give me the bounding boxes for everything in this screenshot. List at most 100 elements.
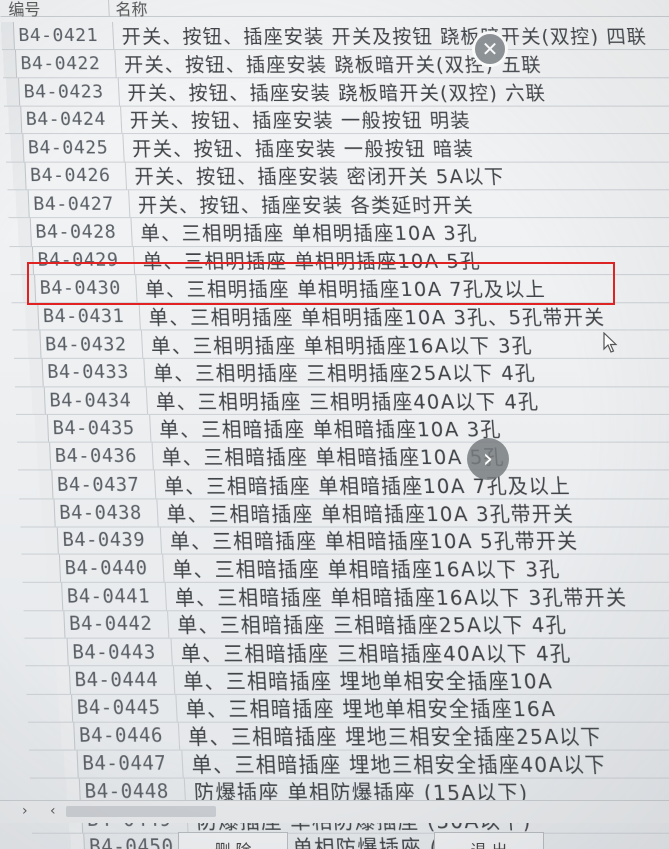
row-selector[interactable]: [39, 471, 54, 498]
row-selector[interactable]: [51, 611, 66, 638]
table-row[interactable]: B4-0423 开关、按钮、插座安装 跷板暗开关(双控) 六联: [3, 78, 669, 106]
cell-code: B4-0425: [23, 134, 124, 161]
row-selector[interactable]: [20, 247, 34, 274]
row-selector[interactable]: [22, 275, 36, 302]
cell-code: B4-0445: [72, 695, 178, 722]
cell-name: 单、三相明插座 单相明插座10A 7孔及以上: [136, 274, 546, 302]
row-selector[interactable]: [10, 134, 24, 161]
cell-name: 单、三相明插座 三相明插座25A以下 4孔: [144, 358, 536, 387]
row-selector[interactable]: [46, 555, 61, 582]
row-selector[interactable]: [18, 219, 32, 246]
table-row[interactable]: B4-0432 单、三相明插座 单相明插座16A以下 3孔: [13, 331, 669, 359]
table-row[interactable]: B4-0428 单、三相明插座 单相明插座10A 3孔: [8, 219, 669, 247]
cell-code: B4-0431: [38, 303, 141, 330]
table-row[interactable]: B4-0429 单、三相明插座 单相明插座10A 5孔: [9, 247, 669, 275]
table-row[interactable]: B4-0435 单、三相暗插座 单相暗插座10A 3孔: [16, 415, 669, 443]
row-selector[interactable]: [70, 834, 85, 849]
next-arrow-icon[interactable]: ›: [467, 438, 509, 480]
row-selector[interactable]: [3, 50, 17, 77]
cell-name: 单、三相明插座 单相明插座10A 5孔: [134, 246, 482, 274]
cell-code: B4-0444: [70, 667, 175, 694]
row-selector[interactable]: [12, 162, 26, 189]
table-row[interactable]: B4-0433 单、三相明插座 三相明插座25A以下 4孔: [14, 359, 669, 387]
table-row[interactable]: B4-0430 单、三相明插座 单相明插座10A 7孔及以上: [11, 275, 669, 303]
delete-button[interactable]: 删 除: [178, 832, 288, 849]
table-row[interactable]: B4-0421 开关、按钮、插座安装 开关及按钮 跷板暗开关(双控) 四联: [1, 22, 669, 50]
cell-code: B4-0423: [19, 78, 120, 105]
table-row[interactable]: B4-0442 单、三相暗插座 三相暗插座25A以下 4孔: [24, 611, 669, 639]
row-selector[interactable]: [41, 499, 56, 526]
cell-name: 单、三相暗插座 埋地三相安全插座25A以下: [179, 721, 603, 751]
cell-name: 开关、按钮、插座安装 一般按钮 明装: [121, 106, 472, 133]
cell-code: B4-0446: [74, 723, 180, 750]
table-row[interactable]: B4-0441 单、三相暗插座 单相暗插座16A以下 3孔带开关: [22, 583, 669, 611]
table-row[interactable]: B4-0437 单、三相暗插座 单相暗插座10A 7孔及以上: [18, 471, 669, 499]
table-row[interactable]: B4-0436 单、三相暗插座 单相暗插座10A 5孔: [17, 443, 669, 471]
row-selector[interactable]: [54, 639, 69, 666]
row-selector[interactable]: [1, 22, 15, 49]
grid-header: 编号 名称: [0, 0, 669, 17]
scroll-left-alt-icon[interactable]: ‹: [50, 803, 56, 819]
mouse-cursor-icon: [603, 332, 619, 354]
cell-code: B4-0442: [64, 611, 169, 638]
table-row[interactable]: B4-0438 单、三相暗插座 单相暗插座10A 3孔带开关: [19, 499, 669, 527]
cell-code: B4-0438: [55, 499, 159, 526]
table-row[interactable]: B4-0450 防爆插座 单相防爆插座 (60A以下): [32, 834, 669, 849]
table-row[interactable]: B4-0426 开关、按钮、插座安装 密闭开关 5A以下: [6, 162, 669, 190]
cell-name: 单、三相暗插座 单相暗插座10A 3孔带开关: [157, 498, 575, 527]
row-selector[interactable]: [6, 78, 20, 105]
row-selector[interactable]: [64, 750, 79, 777]
row-selector[interactable]: [27, 331, 41, 358]
row-selector[interactable]: [8, 106, 22, 133]
cell-code: B4-0421: [14, 22, 114, 49]
table-row[interactable]: B4-0427 开关、按钮、插座安装 各类延时开关: [7, 190, 669, 218]
row-selector[interactable]: [56, 667, 71, 694]
cell-code: B4-0450: [84, 834, 191, 849]
row-selector[interactable]: [35, 415, 50, 442]
cell-name: 单、三相暗插座 埋地三相安全插座40A以下: [182, 749, 607, 779]
row-selector[interactable]: [61, 723, 76, 750]
scroll-left-icon[interactable]: ›: [22, 803, 28, 819]
row-selector[interactable]: [49, 583, 64, 610]
cell-code: B4-0430: [35, 275, 137, 302]
table-row[interactable]: B4-0424 开关、按钮、插座安装 一般按钮 明装: [4, 106, 669, 134]
table-row[interactable]: B4-0444 单、三相暗插座 埋地单相安全插座10A: [26, 667, 669, 695]
table-row[interactable]: B4-0425 开关、按钮、插座安装 一般按钮 暗装: [5, 134, 669, 162]
table-row[interactable]: B4-0447 单、三相暗插座 埋地三相安全插座40A以下: [29, 750, 669, 778]
horizontal-scrollbar[interactable]: › ‹: [0, 800, 669, 823]
table-row[interactable]: B4-0434 单、三相明插座 三相明插座40A以下 4孔: [15, 387, 669, 415]
cell-name: 单、三相暗插座 埋地单相安全插座10A: [174, 665, 554, 695]
exit-button[interactable]: 退 出: [434, 832, 544, 849]
table-row[interactable]: B4-0443 单、三相暗插座 三相暗插座40A以下 4孔: [25, 639, 669, 667]
table-row[interactable]: B4-0439 单、三相暗插座 单相暗插座10A 5孔带开关: [20, 527, 669, 555]
column-header-name[interactable]: 名称: [109, 0, 669, 16]
scrollbar-thumb[interactable]: [66, 806, 216, 817]
cell-name: 开关、按钮、插座安装 开关及按钮 跷板暗开关(双控) 四联: [113, 22, 648, 49]
table-row[interactable]: B4-0440 单、三相暗插座 单相暗插座16A以下 3孔: [21, 555, 669, 583]
row-selector[interactable]: [44, 527, 59, 554]
column-header-code[interactable]: 编号: [0, 0, 110, 16]
cell-name: 单、三相暗插座 单相暗插座10A 5孔: [153, 442, 506, 471]
cell-name: 单、三相明插座 单相明插座10A 3孔: [131, 218, 478, 246]
row-selector[interactable]: [58, 695, 73, 722]
cell-name: 单、三相明插座 三相明插座40A以下 4孔: [147, 386, 540, 415]
cell-code: B4-0429: [33, 247, 135, 274]
cell-code: B4-0435: [48, 415, 152, 442]
table-row[interactable]: B4-0431 单、三相明插座 单相明插座10A 3孔、5孔带开关: [12, 303, 669, 331]
grid-body: B4-0421 开关、按钮、插座安装 开关及按钮 跷板暗开关(双控) 四联 B4-0…: [1, 22, 669, 849]
row-selector[interactable]: [29, 359, 43, 386]
table-row[interactable]: B4-0422 开关、按钮、插座安装 跷板暗开关(双控) 五联: [2, 50, 669, 78]
cell-name: 单、三相暗插座 单相暗插座10A 7孔及以上: [155, 470, 572, 499]
cell-code: B4-0434: [45, 387, 148, 414]
cell-code: B4-0443: [68, 639, 173, 666]
row-selector[interactable]: [25, 303, 39, 330]
table-row[interactable]: B4-0445 单、三相暗插座 埋地单相安全插座16A: [27, 695, 669, 723]
row-selector[interactable]: [15, 190, 29, 217]
table-row[interactable]: B4-0446 单、三相暗插座 埋地三相安全插座25A以下: [28, 723, 669, 751]
row-selector[interactable]: [31, 387, 45, 414]
close-icon[interactable]: ✕: [472, 31, 508, 67]
cell-code: B4-0427: [29, 190, 131, 217]
row-selector[interactable]: [37, 443, 52, 470]
cell-code: B4-0440: [60, 555, 165, 582]
cell-name: 单、三相明插座 单相明插座16A以下 3孔: [142, 330, 533, 358]
